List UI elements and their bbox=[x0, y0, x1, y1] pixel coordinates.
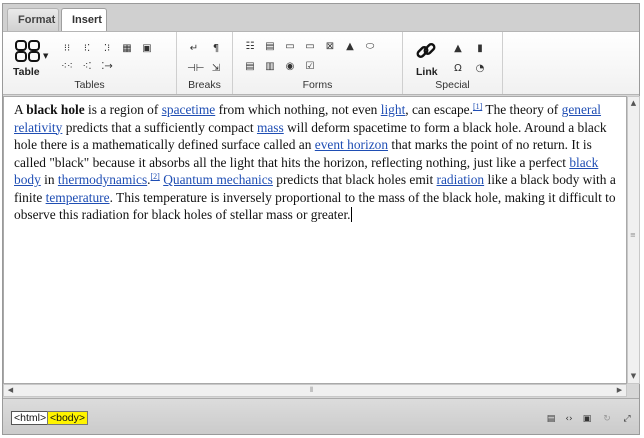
label-icon[interactable]: ▥ bbox=[263, 60, 277, 74]
text-run: The theory of bbox=[482, 102, 562, 117]
delete-column-icon[interactable]: ⁖⁚ bbox=[80, 60, 94, 74]
html-editor: Format Insert ▼ Table ⁝⁝ ⁝⁚ ⁚⁝ ▦ ▣ ⁖⁖ ⁖⁚ bbox=[2, 3, 640, 435]
checkbox-icon[interactable]: ☑ bbox=[303, 60, 317, 74]
tab-format[interactable]: Format bbox=[7, 8, 59, 32]
ribbon-insert: ▼ Table ⁝⁝ ⁝⁚ ⁚⁝ ▦ ▣ ⁖⁖ ⁖⁚ ⁚→ Tables ↵ ¶… bbox=[3, 31, 639, 95]
hidden-field-icon[interactable]: ⊠ bbox=[323, 40, 337, 54]
text-run: , can escape. bbox=[405, 102, 473, 117]
insert-row-below-icon[interactable]: ⁝⁚ bbox=[80, 42, 94, 56]
table-properties-icon[interactable]: ▦ bbox=[120, 42, 134, 56]
table-grid-icon bbox=[15, 40, 40, 62]
image-button-icon[interactable]: ▲ bbox=[343, 40, 357, 54]
ribbon-group-forms: ☷ ▤ ▭ ▭ ⊠ ▲ ⬭ ▤ ▥ ◉ ☑ Forms bbox=[233, 32, 403, 94]
radio-button-icon[interactable]: ◉ bbox=[283, 60, 297, 74]
scroll-grip-icon[interactable]: ≡ bbox=[630, 231, 636, 239]
chain-link-icon bbox=[416, 43, 436, 58]
editor-content[interactable]: A black hole is a region of spacetime fr… bbox=[3, 96, 627, 384]
link-quantum-mechanics[interactable]: Quantum mechanics bbox=[163, 172, 273, 187]
paragraph-icon[interactable]: ¶ bbox=[209, 42, 223, 56]
text-field-icon[interactable]: ▤ bbox=[263, 40, 277, 54]
link-temperature[interactable]: temperature bbox=[46, 190, 110, 205]
text-caret bbox=[350, 207, 352, 222]
link-radiation[interactable]: radiation bbox=[437, 172, 485, 187]
fullscreen-icon[interactable]: ⤢ bbox=[621, 413, 633, 425]
delete-row-icon[interactable]: ⁖⁖ bbox=[60, 60, 74, 74]
link-light[interactable]: light bbox=[381, 102, 406, 117]
insert-table-button[interactable]: ▼ Table bbox=[9, 38, 49, 80]
citation-link-2[interactable]: [2] bbox=[151, 172, 160, 181]
scroll-down-icon[interactable]: ▼ bbox=[628, 371, 639, 382]
insert-link-button[interactable]: Link bbox=[411, 38, 441, 78]
page-break-icon[interactable]: ⊣⊢ bbox=[187, 62, 204, 76]
citation-link-1[interactable]: [1] bbox=[473, 102, 482, 111]
tab-strip: Format Insert bbox=[3, 4, 639, 33]
text-run: predicts that black holes emit bbox=[272, 172, 437, 187]
breadcrumb-html-tag[interactable]: <html> bbox=[11, 411, 50, 425]
group-label-breaks: Breaks bbox=[188, 79, 221, 91]
table-button-label: Table bbox=[13, 66, 40, 78]
image-icon[interactable]: ▲ bbox=[451, 42, 465, 56]
text-run: is a region of bbox=[84, 102, 162, 117]
textarea-icon[interactable]: ▭ bbox=[283, 40, 297, 54]
link-button-label: Link bbox=[416, 66, 438, 78]
bold-text: black hole bbox=[26, 102, 85, 117]
design-view-icon[interactable]: ▤ bbox=[545, 413, 557, 425]
horizontal-rule-icon[interactable]: ⇲ bbox=[209, 62, 223, 76]
select-icon[interactable]: ▭ bbox=[303, 40, 317, 54]
horizontal-scrollbar[interactable]: ◀ ⦀ ▶ bbox=[3, 384, 627, 397]
link-mass[interactable]: mass bbox=[257, 120, 284, 135]
text-run: in bbox=[40, 172, 58, 187]
merge-cells-icon[interactable]: ⁚→ bbox=[100, 60, 114, 74]
vertical-scrollbar[interactable]: ▲ ≡ ▼ bbox=[627, 96, 640, 384]
redo-icon[interactable]: ↻ bbox=[601, 413, 613, 425]
chevron-down-icon: ▼ bbox=[43, 52, 49, 60]
insert-column-left-icon[interactable]: ⁚⁝ bbox=[100, 42, 114, 56]
link-event-horizon[interactable]: event horizon bbox=[315, 137, 388, 152]
cell-properties-icon[interactable]: ▣ bbox=[140, 42, 154, 56]
line-break-icon[interactable]: ↵ bbox=[187, 42, 201, 56]
text-run: A bbox=[14, 102, 27, 117]
form-icon[interactable]: ☷ bbox=[243, 40, 257, 54]
text-run: from which nothing, not even bbox=[215, 102, 381, 117]
link-thermodynamics[interactable]: thermodynamics bbox=[58, 172, 147, 187]
group-label-special: Special bbox=[435, 79, 470, 91]
html-view-icon[interactable]: ‹› bbox=[563, 413, 575, 425]
link-spacetime[interactable]: spacetime bbox=[162, 102, 216, 117]
fieldset-icon[interactable]: ▤ bbox=[243, 60, 257, 74]
preview-icon[interactable]: ▣ bbox=[581, 413, 593, 425]
scroll-up-icon[interactable]: ▲ bbox=[628, 98, 639, 109]
group-label-tables: Tables bbox=[74, 79, 105, 91]
scroll-grip-icon[interactable]: ⦀ bbox=[310, 386, 313, 395]
insert-row-above-icon[interactable]: ⁝⁝ bbox=[60, 42, 74, 56]
media-icon[interactable]: ▮ bbox=[473, 42, 487, 56]
date-time-icon[interactable]: ◔ bbox=[473, 62, 487, 76]
group-label-forms: Forms bbox=[302, 79, 333, 91]
ribbon-group-tables: ▼ Table ⁝⁝ ⁝⁚ ⁚⁝ ▦ ▣ ⁖⁖ ⁖⁚ ⁚→ Tables bbox=[3, 32, 177, 94]
breadcrumb-body-tag[interactable]: <body> bbox=[47, 411, 89, 425]
ribbon-group-special: Link ▲ ▮ Ω ◔ Special bbox=[403, 32, 503, 94]
scroll-left-icon[interactable]: ◀ bbox=[5, 385, 16, 396]
scroll-right-icon[interactable]: ▶ bbox=[614, 385, 625, 396]
text-run: predicts that a sufficiently compact bbox=[62, 119, 257, 135]
status-bar: <html> <body> ▤ ‹› ▣ ↻ ⤢ bbox=[3, 398, 639, 434]
tab-insert[interactable]: Insert bbox=[61, 8, 107, 33]
button-icon[interactable]: ⬭ bbox=[363, 40, 377, 54]
ribbon-group-breaks: ↵ ¶ ⊣⊢ ⇲ Breaks bbox=[177, 32, 233, 94]
special-character-icon[interactable]: Ω bbox=[451, 62, 465, 76]
